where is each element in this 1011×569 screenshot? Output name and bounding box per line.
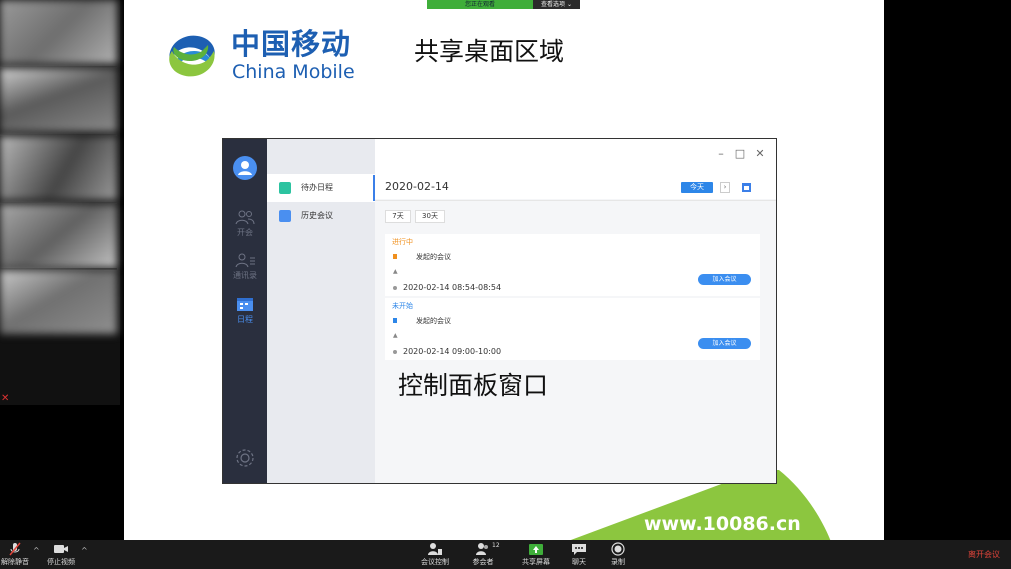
range-7-days-button[interactable]: 7天 xyxy=(385,210,411,223)
person-icon: ▲ xyxy=(393,332,398,339)
meeting-title: 发起的会议 xyxy=(416,253,451,261)
meeting-status: 未开始 xyxy=(392,302,413,310)
share-screen-button[interactable]: 共享屏幕 xyxy=(520,542,552,567)
sidebar-item-todo[interactable]: 待办日程 xyxy=(267,174,375,202)
participants-count: 12 xyxy=(492,542,500,549)
video-tile[interactable] xyxy=(0,270,117,334)
chat-icon xyxy=(572,544,586,555)
stop-video-button[interactable]: 停止视频 xyxy=(44,542,78,567)
logo-text-cn: 中国移动 xyxy=(231,27,352,61)
chevron-up-icon[interactable]: ^ xyxy=(33,546,40,555)
meeting-control-label: 会议控制 xyxy=(421,558,449,566)
muted-mic-icon: ✕ xyxy=(1,393,10,404)
view-options-button[interactable]: 查看选项 ⌄ xyxy=(533,0,580,9)
current-date: 2020-02-14 xyxy=(385,180,449,193)
panel-label: 控制面板窗口 xyxy=(398,371,549,400)
status-dot xyxy=(393,318,397,323)
nav-item-meeting[interactable]: 开会 xyxy=(223,209,267,238)
meeting-time: 2020-02-14 08:54-08:54 xyxy=(393,283,501,292)
date-accent xyxy=(373,175,375,201)
viewing-notice: 您正在观看 xyxy=(427,0,533,9)
meeting-title: 发起的会议 xyxy=(416,317,451,325)
nav-item-schedule[interactable]: 日程 xyxy=(223,296,267,325)
schedule-header: – □ ✕ 2020-02-14 今天 › xyxy=(373,139,776,201)
contacts-icon xyxy=(235,253,255,268)
slide-title: 共享桌面区域 xyxy=(414,37,565,66)
participants-icon xyxy=(476,543,488,555)
calendar-icon xyxy=(237,298,253,311)
divider xyxy=(375,200,776,201)
people-icon xyxy=(235,210,255,225)
join-meeting-button[interactable]: 加入会议 xyxy=(698,338,751,349)
meeting-status: 进行中 xyxy=(392,238,413,246)
sidebar-item-label: 历史会议 xyxy=(301,211,333,220)
chat-button[interactable]: 聊天 xyxy=(570,542,588,567)
control-panel-window: 开会 通讯录 日程 待办日程 历史会议 – □ ✕ 2020-02-14 今天 … xyxy=(222,138,777,484)
chat-label: 聊天 xyxy=(572,558,586,566)
clock-icon xyxy=(393,349,397,354)
participants-label: 参会者 xyxy=(472,558,494,566)
nav-label: 开会 xyxy=(237,228,253,237)
person-icon: ▲ xyxy=(393,268,398,275)
meeting-control-button[interactable]: 会议控制 xyxy=(418,542,452,567)
stop-video-label: 停止视频 xyxy=(47,558,75,566)
record-button[interactable]: 录制 xyxy=(609,542,627,567)
join-meeting-button[interactable]: 加入会议 xyxy=(698,274,751,285)
range-30-days-button[interactable]: 30天 xyxy=(415,210,445,223)
clock-icon xyxy=(393,285,397,290)
today-button[interactable]: 今天 xyxy=(681,182,713,193)
video-tile[interactable] xyxy=(0,0,117,64)
website-text: www.10086.cn xyxy=(644,513,801,535)
app-main: – □ ✕ 2020-02-14 今天 › 7天 30天 进行中 发起的会议 ▲ xyxy=(373,139,776,483)
status-dot xyxy=(393,254,397,259)
next-day-button[interactable]: › xyxy=(720,182,730,193)
meeting-card[interactable]: 未开始 发起的会议 ▲ 2020-02-14 09:00-10:00 加入会议 xyxy=(385,298,760,360)
muted-mic-icon xyxy=(9,542,21,556)
nav-label: 日程 xyxy=(237,315,253,324)
meeting-card[interactable]: 进行中 发起的会议 ▲ 2020-02-14 08:54-08:54 加入会议 xyxy=(385,234,760,296)
todo-schedule-icon xyxy=(279,182,291,194)
history-meeting-icon xyxy=(279,210,291,222)
sidebar-item-label: 待办日程 xyxy=(301,183,333,192)
calendar-picker-icon[interactable] xyxy=(742,182,751,192)
unmute-button[interactable]: 解除静音 xyxy=(0,542,30,567)
meeting-control-icon xyxy=(428,543,442,555)
china-mobile-logo-icon xyxy=(169,35,215,77)
video-tile[interactable] xyxy=(0,136,117,200)
video-tile[interactable] xyxy=(0,68,117,132)
nav-item-contacts[interactable]: 通讯录 xyxy=(223,252,267,281)
logo-text-en: China Mobile xyxy=(232,61,355,83)
share-screen-icon xyxy=(529,544,543,555)
minimize-icon[interactable]: – xyxy=(714,147,728,160)
meeting-time: 2020-02-14 09:00-10:00 xyxy=(393,347,501,356)
maximize-icon[interactable]: □ xyxy=(733,147,747,160)
video-tile[interactable] xyxy=(0,204,117,268)
leave-meeting-button[interactable]: 离开会议 xyxy=(968,549,1000,560)
meeting-time-text: 2020-02-14 09:00-10:00 xyxy=(403,347,502,356)
record-label: 录制 xyxy=(611,558,625,566)
sidebar-item-history[interactable]: 历史会议 xyxy=(267,202,375,230)
meeting-toolbar: 解除静音 ^ 停止视频 ^ 会议控制 参会者 12 共享屏幕 聊天 录制 离开会… xyxy=(0,540,1011,569)
video-camera-icon xyxy=(54,545,68,553)
meeting-time-text: 2020-02-14 08:54-08:54 xyxy=(403,283,502,292)
share-screen-label: 共享屏幕 xyxy=(522,558,550,566)
video-strip: ✕ xyxy=(0,0,120,405)
chevron-up-icon[interactable]: ^ xyxy=(81,546,88,555)
user-icon xyxy=(238,161,252,175)
app-sidebar: 待办日程 历史会议 xyxy=(267,139,375,483)
nav-label: 通讯录 xyxy=(233,271,257,280)
gear-icon[interactable] xyxy=(234,447,256,469)
close-icon[interactable]: ✕ xyxy=(753,147,767,160)
unmute-label: 解除静音 xyxy=(1,558,29,566)
avatar[interactable] xyxy=(233,156,257,180)
record-icon xyxy=(611,542,625,556)
app-nav-rail: 开会 通讯录 日程 xyxy=(223,139,267,483)
